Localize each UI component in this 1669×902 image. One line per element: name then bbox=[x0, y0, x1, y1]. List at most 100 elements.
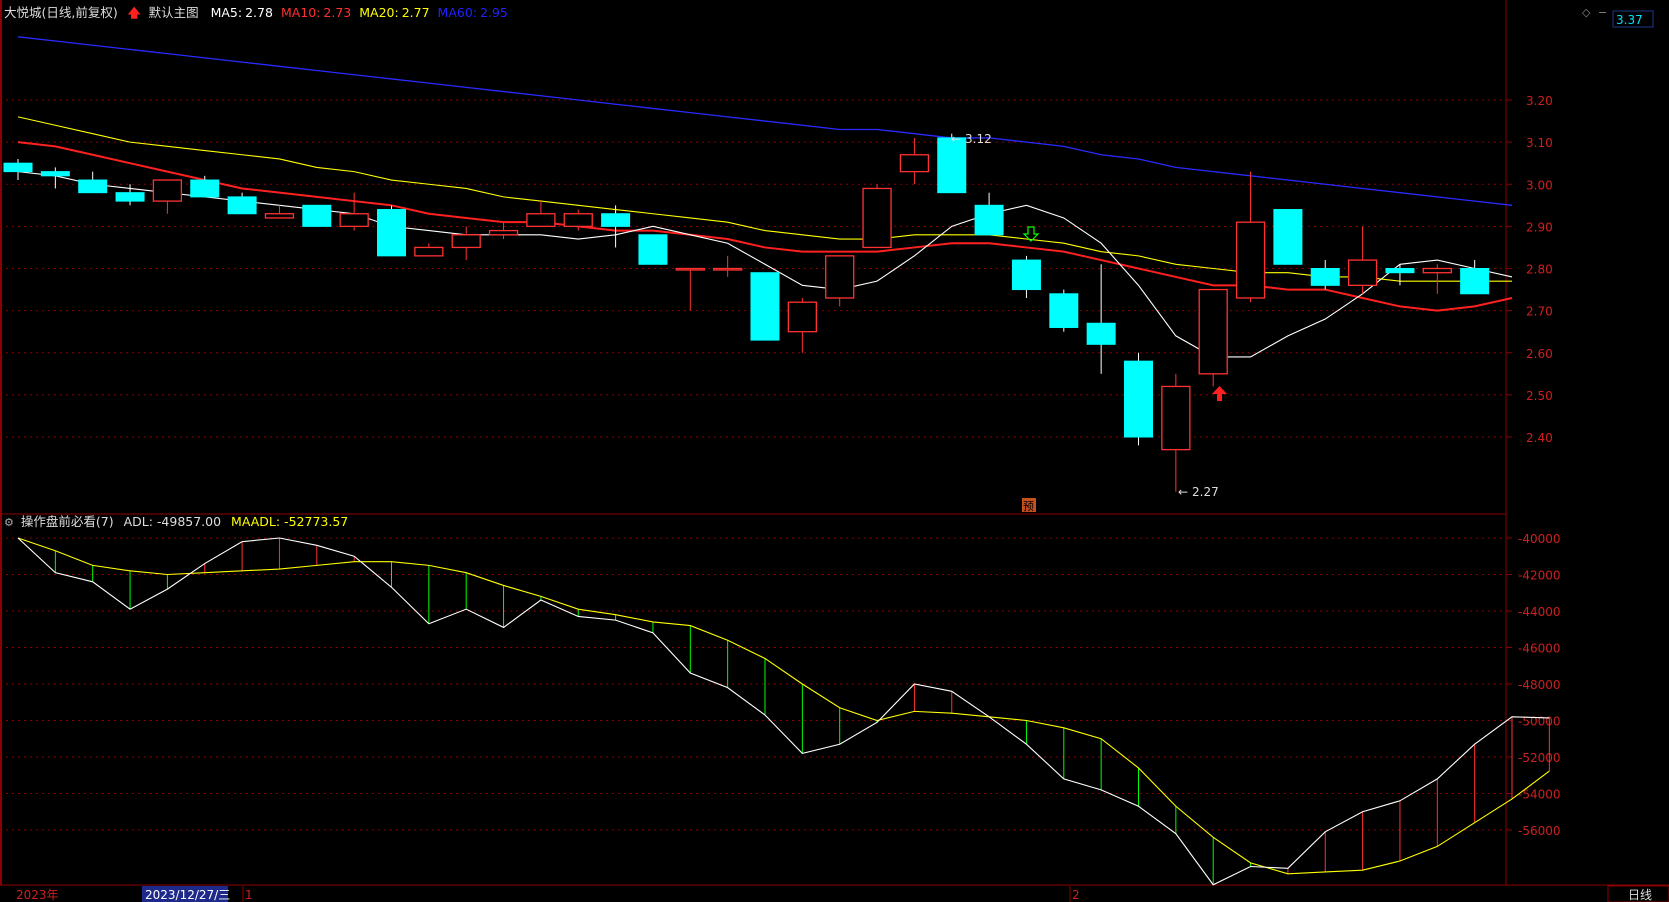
candle-body bbox=[1385, 268, 1415, 274]
adl-tick-label: -44000 bbox=[1518, 605, 1561, 619]
candle-up bbox=[1161, 373, 1191, 492]
buy-signal-icon bbox=[1212, 386, 1227, 401]
top-price-label: 3.37 bbox=[1616, 13, 1643, 27]
high-arrow-icon: ← bbox=[951, 132, 961, 146]
candle-body bbox=[1124, 360, 1153, 438]
price-tick-label: 2.50 bbox=[1526, 389, 1553, 403]
candle-body bbox=[675, 267, 705, 271]
candle-body bbox=[1011, 259, 1041, 291]
candle-down bbox=[190, 175, 220, 198]
candle-up bbox=[825, 255, 855, 307]
period-button-label: 日线 bbox=[1628, 888, 1652, 902]
candle-up bbox=[787, 297, 817, 353]
price-tick-label: 3.00 bbox=[1526, 178, 1553, 192]
candle-body bbox=[339, 213, 369, 228]
adl-indicator bbox=[17, 537, 1550, 886]
adl-tick-label: -40000 bbox=[1518, 532, 1561, 546]
candle-body bbox=[377, 209, 406, 257]
candlesticks[interactable] bbox=[3, 133, 1490, 492]
candle-body bbox=[787, 301, 817, 333]
adl-line bbox=[17, 537, 1550, 886]
candle-body bbox=[601, 213, 631, 227]
ma-legend-value: 2.95 bbox=[479, 5, 508, 20]
main-price-grid bbox=[0, 99, 1506, 438]
candle-body bbox=[40, 171, 70, 177]
candle-body bbox=[563, 213, 593, 228]
forecast-badge-label: 预 bbox=[1023, 500, 1034, 513]
candle-down bbox=[1310, 260, 1340, 290]
ma-legend-value: 2.73 bbox=[323, 5, 352, 20]
ma-legend-item: MA5: bbox=[210, 5, 243, 20]
candle-body bbox=[899, 154, 930, 173]
candle-up bbox=[264, 205, 295, 219]
candle-body bbox=[78, 179, 108, 194]
adl-value: -49857.00 bbox=[156, 514, 222, 529]
price-tick-label: 2.40 bbox=[1526, 431, 1553, 445]
candle-body bbox=[526, 213, 556, 228]
candle-body bbox=[638, 234, 668, 265]
candle-down bbox=[974, 192, 1004, 236]
ma-legend: MA5: 2.78 MA10: 2.73 MA20: 2.77 MA60: 2.95 bbox=[203, 5, 508, 20]
candle-body bbox=[152, 179, 183, 202]
candle-up bbox=[1422, 264, 1452, 294]
adl-grid bbox=[0, 537, 1506, 831]
candle-body bbox=[488, 229, 519, 236]
candle-body bbox=[862, 187, 892, 249]
month-label-1: 1 bbox=[245, 888, 253, 902]
candle-down bbox=[1273, 209, 1303, 265]
candle-up bbox=[414, 243, 444, 257]
candle-up bbox=[339, 192, 369, 231]
candle-body bbox=[1422, 267, 1452, 274]
indicator-header: ⚙ 操作盘前必看(7) ADL: -49857.00 MAADL: -52773… bbox=[4, 514, 348, 531]
candle-down bbox=[78, 171, 108, 194]
candle-down bbox=[3, 158, 33, 181]
candle-down bbox=[1460, 260, 1490, 295]
ma-legend-item: MA60: bbox=[437, 5, 477, 20]
candle-up bbox=[713, 255, 743, 277]
maadl-value: -52773.57 bbox=[284, 514, 349, 529]
candle-body bbox=[974, 204, 1004, 236]
candle-body bbox=[1310, 268, 1340, 286]
price-axis: 3.20 3.10 3.00 2.90 2.80 2.70 2.60 2.50 2.40 bbox=[1506, 94, 1553, 445]
candle-body bbox=[1161, 385, 1191, 451]
candle-body bbox=[451, 234, 481, 249]
maadl-line bbox=[17, 537, 1550, 875]
stock-name[interactable]: 大悦城 bbox=[4, 5, 42, 20]
date-cursor-label: 2023/12/27/三 bbox=[145, 888, 230, 902]
candle-body bbox=[1347, 259, 1378, 287]
month-label-2: 2 bbox=[1072, 888, 1080, 902]
up-arrow-icon: 🡅 bbox=[127, 5, 141, 20]
candle-down bbox=[1011, 255, 1041, 298]
candle-body bbox=[302, 204, 332, 227]
ma-legend-item: MA20: bbox=[359, 5, 399, 20]
diamond-icon[interactable]: ◇ bbox=[1582, 6, 1591, 19]
adl-tick-label: -50000 bbox=[1518, 715, 1561, 729]
main-template-label[interactable]: 默认主图 bbox=[149, 5, 199, 20]
candle-body bbox=[713, 267, 743, 271]
high-price-label: 3.12 bbox=[965, 132, 992, 146]
candle-down bbox=[1049, 289, 1079, 332]
indicator-name[interactable]: 操作盘前必看(7) bbox=[21, 514, 114, 529]
candle-body bbox=[1086, 322, 1116, 345]
candle-up bbox=[152, 179, 183, 214]
candle-up bbox=[488, 222, 519, 240]
candle-body bbox=[414, 246, 444, 257]
candle-down bbox=[227, 192, 257, 215]
kline-chart-canvas[interactable]: 3.20 3.10 3.00 2.90 2.80 2.70 2.60 2.50 2.40 -40… bbox=[0, 0, 1669, 902]
minus-icon[interactable]: − bbox=[1598, 6, 1607, 19]
candle-body bbox=[1198, 288, 1228, 375]
settings-gear-icon[interactable]: ⚙ bbox=[4, 516, 14, 529]
candle-body bbox=[825, 255, 855, 299]
candle-down bbox=[750, 272, 780, 341]
ma-legend-value: 2.77 bbox=[401, 5, 430, 20]
adl-tick-label: -56000 bbox=[1518, 824, 1561, 838]
candle-down bbox=[638, 234, 668, 265]
adl-axis: -40000 -42000 -44000 -46000 -48000 -50000 -520… bbox=[1506, 532, 1561, 838]
candle-body bbox=[937, 137, 967, 194]
candle-body bbox=[3, 162, 33, 173]
adl-tick-label: -46000 bbox=[1518, 642, 1561, 656]
candle-up bbox=[451, 226, 481, 261]
candle-up bbox=[899, 137, 930, 185]
price-tick-label: 3.10 bbox=[1526, 136, 1553, 150]
adl-tick-label: -42000 bbox=[1518, 569, 1561, 583]
